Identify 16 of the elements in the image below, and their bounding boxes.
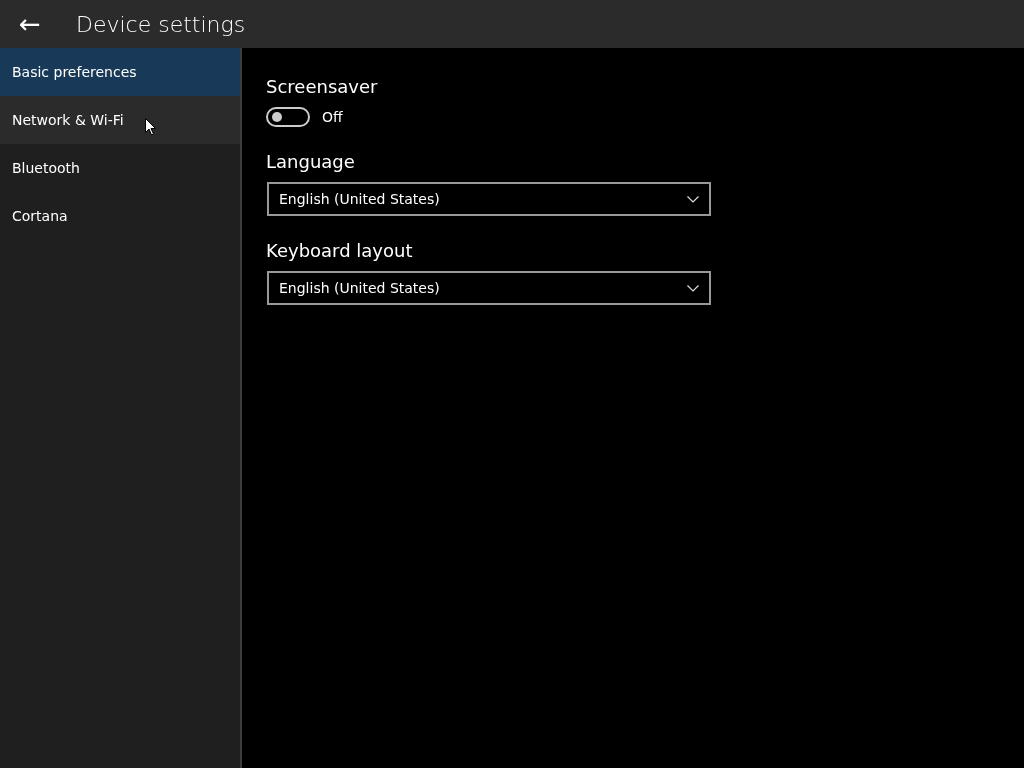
page-title: Device settings <box>76 11 246 37</box>
back-button[interactable]: ← <box>0 0 56 48</box>
chevron-down-icon <box>687 284 699 292</box>
dropdown[interactable]: English (United States) <box>267 182 711 216</box>
chevron-down-icon <box>687 195 699 203</box>
setting-label: Keyboard layout <box>266 240 414 261</box>
setting-label: Language <box>266 151 356 172</box>
sidebar-item[interactable]: Cortana <box>0 192 240 240</box>
setting-label: Screensaver <box>266 76 379 97</box>
toggle-switch[interactable] <box>266 107 310 127</box>
toggle-state: Off <box>322 109 343 125</box>
cursor-icon <box>145 118 156 136</box>
sidebar-item[interactable]: Network & Wi-Fi <box>0 96 240 144</box>
sidebar-item[interactable]: Basic preferences <box>0 48 240 96</box>
dropdown[interactable]: English (United States) <box>267 271 711 305</box>
sidebar-item[interactable]: Bluetooth <box>0 144 240 192</box>
